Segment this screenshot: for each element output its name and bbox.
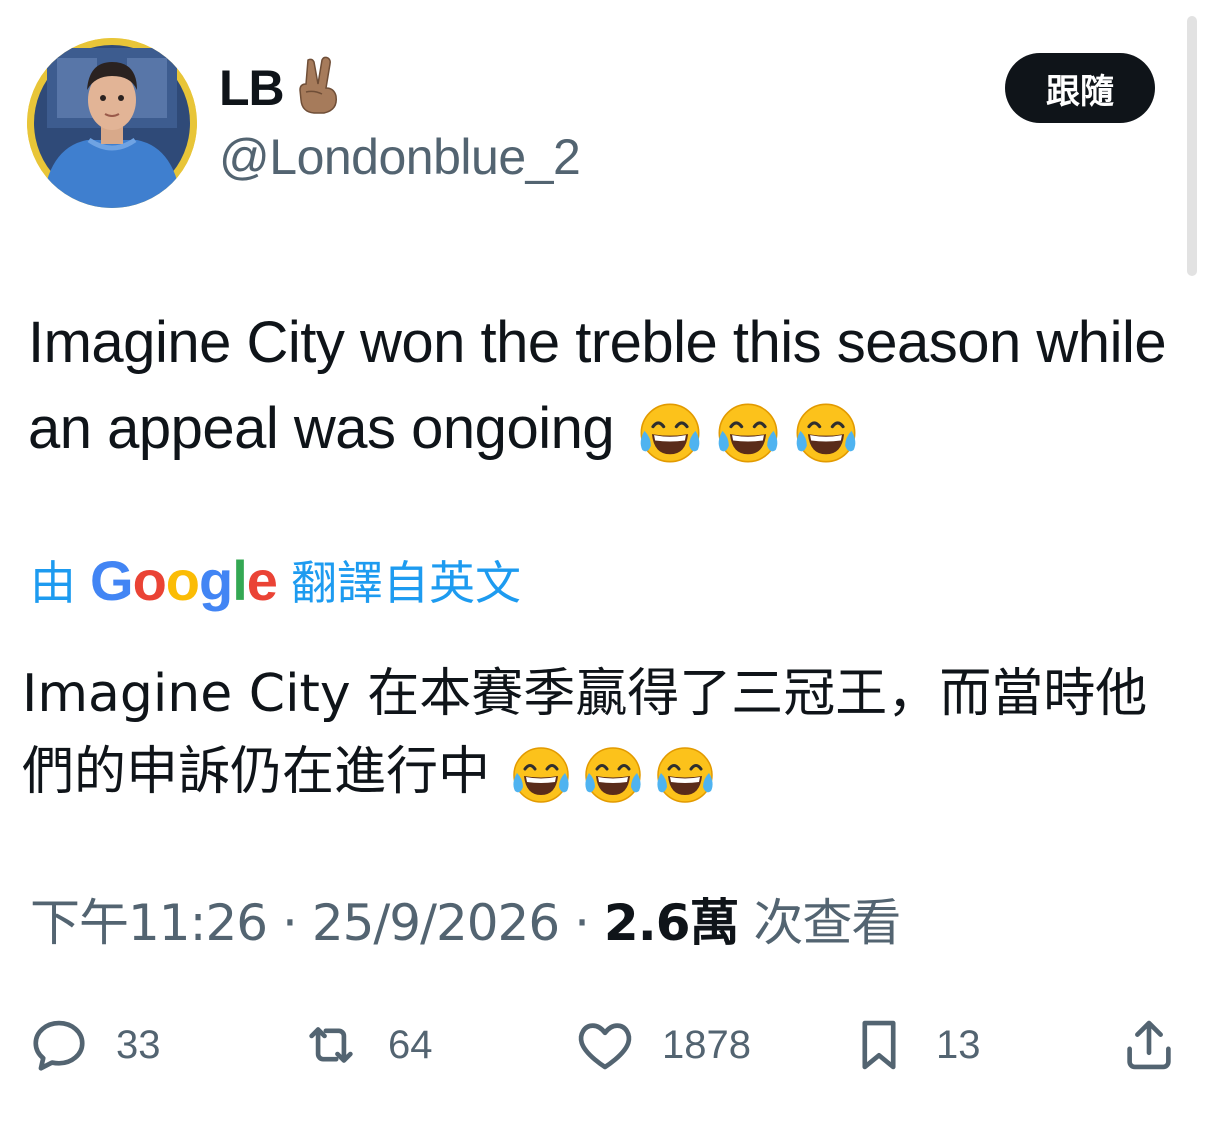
share-button[interactable] (1118, 1005, 1180, 1085)
view-count: 2.6萬 (603, 894, 740, 952)
translation-suffix: 翻譯自英文 (290, 556, 521, 610)
emoji-group (636, 399, 860, 467)
reply-button[interactable]: 33 (28, 1005, 161, 1085)
view-count-label: 次查看 (753, 894, 901, 952)
tears-of-joy-icon (581, 743, 645, 807)
tears-of-joy-icon (653, 743, 717, 807)
tears-of-joy-icon (509, 743, 573, 807)
translation-prefix: 由 (30, 556, 76, 610)
translated-text: Imagine City 在本賽季贏得了三冠王，而當時他們的申訴仍在進行中 (22, 655, 1182, 811)
tears-of-joy-icon (792, 399, 860, 467)
reply-icon (33, 1020, 85, 1071)
tweet-date[interactable]: 25/9/2026 (312, 894, 560, 952)
follow-button[interactable]: 跟隨 (1005, 53, 1155, 123)
like-button[interactable]: 1878 (574, 1005, 751, 1085)
display-name-text: LB (219, 60, 285, 116)
display-name[interactable]: LB (219, 56, 350, 118)
tweet-time[interactable]: 下午11:26 (30, 894, 268, 952)
like-count: 1878 (662, 1022, 751, 1067)
repost-button[interactable]: 64 (300, 1005, 433, 1085)
heart-icon (578, 1023, 632, 1070)
scrollbar[interactable] (1187, 16, 1197, 276)
repost-count: 64 (388, 1022, 433, 1067)
tears-of-joy-icon (636, 399, 704, 467)
tweet-text-content: Imagine City won the treble this season … (28, 310, 1167, 461)
google-logo: Google (90, 548, 278, 612)
bookmark-icon (862, 1020, 896, 1070)
repost-icon (309, 1027, 353, 1063)
user-handle[interactable]: @Londonblue_2 (219, 127, 581, 187)
tweet-view: LB @Londonblue_2 跟隨 Imagine City won the… (0, 0, 1206, 1122)
share-icon (1127, 1020, 1171, 1070)
meta-separator: · (574, 894, 590, 952)
tweet-text: Imagine City won the treble this season … (28, 300, 1178, 472)
tears-of-joy-icon (714, 399, 782, 467)
translation-attribution[interactable]: 由 Google 翻譯自英文 (30, 545, 521, 615)
bookmark-count: 13 (936, 1022, 981, 1067)
emoji-group (509, 743, 717, 807)
bookmark-button[interactable]: 13 (848, 1005, 981, 1085)
action-bar: 33 64 1878 13 (0, 1005, 1206, 1085)
victory-hand-icon (288, 54, 350, 116)
reply-count: 33 (116, 1022, 161, 1067)
meta-separator: · (282, 894, 298, 952)
tweet-meta: 下午11:26 · 25/9/2026 · 2.6萬 次查看 (30, 888, 901, 958)
avatar[interactable] (27, 38, 197, 208)
